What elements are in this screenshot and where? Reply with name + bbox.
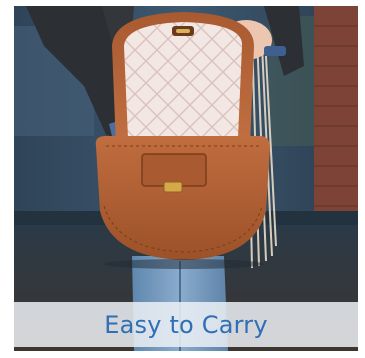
- caption-text: Easy to Carry: [104, 310, 268, 339]
- product-photo: [14, 6, 358, 351]
- product-card: Easy to Carry: [0, 0, 365, 358]
- caption-bar: Easy to Carry: [14, 302, 358, 347]
- handbag-photo-illustration: [14, 6, 358, 351]
